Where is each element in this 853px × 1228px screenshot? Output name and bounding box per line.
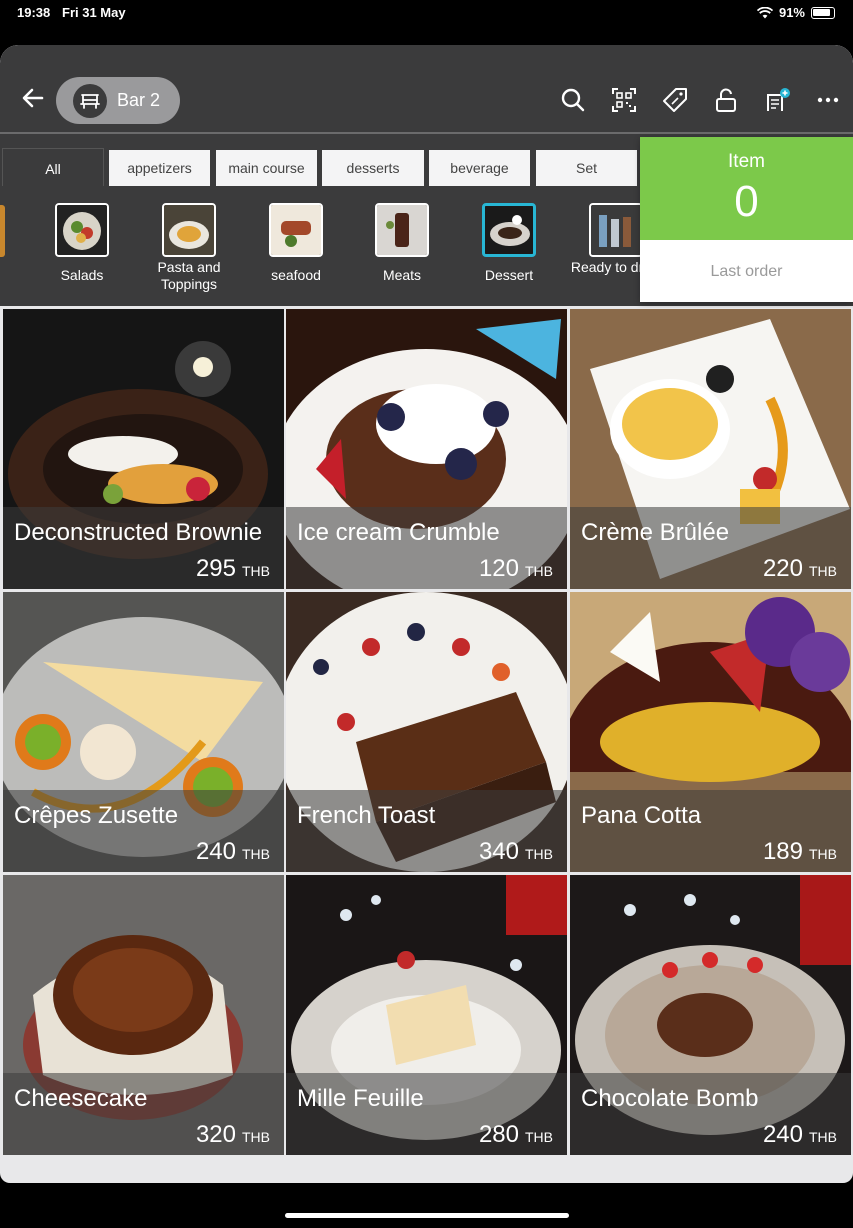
- price-currency: THB: [242, 563, 270, 579]
- tab-set[interactable]: Set: [536, 150, 637, 186]
- tab-all[interactable]: All: [2, 148, 104, 188]
- order-header: Item 0: [640, 137, 853, 240]
- dish-name: Crêpes Zusette: [14, 802, 179, 829]
- price-value: 220: [762, 555, 803, 582]
- menu-item-card[interactable]: Cheesecake 320 THB: [3, 875, 284, 1155]
- status-bar: 19:38 Fri 31 May 91%: [0, 0, 853, 28]
- price-currency: THB: [525, 846, 553, 862]
- price-value: 240: [195, 838, 236, 865]
- dish-name: Cheesecake: [14, 1085, 148, 1112]
- dish-price: 340 THB: [479, 838, 553, 866]
- app-window: Bar 2 All appetizers main course dessert…: [0, 45, 853, 1183]
- table-selector-button[interactable]: Bar 2: [56, 77, 180, 124]
- price-currency: THB: [809, 563, 837, 579]
- toolbar-icons: [560, 87, 841, 113]
- menu-item-card[interactable]: Pana Cotta 189 THB: [570, 592, 851, 872]
- wifi-icon: [756, 6, 773, 18]
- subcategory-label: seafood: [271, 267, 321, 283]
- dish-price: 220 THB: [763, 555, 837, 583]
- qr-scan-icon[interactable]: [611, 87, 637, 113]
- menu-item-card[interactable]: Mille Feuille 280 THB: [286, 875, 567, 1155]
- price-currency: THB: [525, 1129, 553, 1145]
- subcategory-seafood[interactable]: seafood: [246, 203, 346, 284]
- subcategory-thumb: [162, 203, 216, 257]
- search-icon[interactable]: [560, 87, 586, 113]
- subcategory-label: Meats: [382, 267, 422, 283]
- menu-grid: Deconstructed Brownie 295 THB Ice cream C…: [0, 308, 853, 1164]
- price-currency: THB: [809, 846, 837, 862]
- price-value: 320: [195, 1121, 236, 1148]
- dish-price: 295 THB: [196, 555, 270, 583]
- discount-tag-icon[interactable]: [662, 87, 688, 113]
- dish-name: Pana Cotta: [581, 802, 702, 829]
- price-currency: THB: [242, 846, 270, 862]
- price-value: 120: [478, 555, 519, 582]
- price-value: 295: [195, 555, 236, 582]
- price-value: 189: [762, 838, 803, 865]
- subcategory-thumb: [55, 203, 109, 257]
- dish-name: French Toast: [297, 802, 436, 829]
- dish-price: 120 THB: [479, 555, 553, 583]
- battery-icon: [811, 6, 835, 19]
- dish-price: 320 THB: [196, 1121, 270, 1149]
- unlock-icon[interactable]: [713, 87, 739, 113]
- dish-name: Chocolate Bomb: [581, 1085, 759, 1112]
- price-value: 340: [478, 838, 519, 865]
- tab-desserts[interactable]: desserts: [322, 150, 424, 186]
- subcategory-thumb: [482, 203, 536, 257]
- status-date: Fri 31 May: [62, 5, 126, 20]
- subcategory-thumb: [269, 203, 323, 257]
- subcategory-label: Salads: [60, 267, 104, 283]
- subcategory-pasta[interactable]: Pasta and Toppings: [139, 203, 239, 293]
- menu-item-card[interactable]: Ice cream Crumble 120 THB: [286, 309, 567, 589]
- price-value: 280: [478, 1121, 519, 1148]
- top-bar: Bar 2: [0, 45, 853, 132]
- price-currency: THB: [242, 1129, 270, 1145]
- menu-item-card[interactable]: Crêpes Zusette 240 THB: [3, 592, 284, 872]
- dish-price: 240 THB: [196, 838, 270, 866]
- dish-price: 240 THB: [763, 1121, 837, 1149]
- dish-price: 189 THB: [763, 838, 837, 866]
- menu-item-card[interactable]: Chocolate Bomb 240 THB: [570, 875, 851, 1155]
- back-arrow-icon[interactable]: [20, 85, 46, 111]
- dish-name: Mille Feuille: [297, 1085, 424, 1112]
- menu-item-card[interactable]: Deconstructed Brownie 295 THB: [3, 309, 284, 589]
- battery-percent: 91%: [778, 5, 805, 20]
- subcategory-salads[interactable]: Salads: [32, 203, 132, 284]
- dish-price: 280 THB: [479, 1121, 553, 1149]
- price-currency: THB: [525, 563, 553, 579]
- order-summary[interactable]: Item 0 Last order: [640, 137, 853, 302]
- order-title: Item: [728, 151, 765, 172]
- more-icon[interactable]: [815, 87, 841, 113]
- subcategory-meats[interactable]: Meats: [352, 203, 452, 284]
- subcategory-dessert[interactable]: Dessert: [459, 203, 559, 284]
- add-order-icon[interactable]: [764, 87, 790, 113]
- subcategory-label: Pasta and Toppings: [157, 259, 221, 292]
- status-right: 91%: [756, 5, 835, 20]
- tab-appetizers[interactable]: appetizers: [109, 150, 210, 186]
- dish-name: Deconstructed Brownie: [14, 519, 263, 546]
- order-count: 0: [734, 177, 759, 226]
- table-label: Bar 2: [117, 90, 161, 110]
- table-icon: [73, 83, 107, 118]
- price-value: 240: [762, 1121, 803, 1148]
- tab-main-course[interactable]: main course: [216, 150, 317, 186]
- price-currency: THB: [809, 1129, 837, 1145]
- home-indicator[interactable]: [285, 1213, 569, 1218]
- dish-name: Crème Brûlée: [581, 519, 730, 546]
- tab-beverage[interactable]: beverage: [429, 150, 530, 186]
- status-time: 19:38: [17, 5, 51, 20]
- menu-item-card[interactable]: French Toast 340 THB: [286, 592, 567, 872]
- menu-item-card[interactable]: Crème Brûlée 220 THB: [570, 309, 851, 589]
- subcategory-partial-thumb[interactable]: [0, 205, 5, 257]
- subcategory-thumb: [589, 203, 643, 257]
- dish-name: Ice cream Crumble: [297, 519, 500, 546]
- subcategory-thumb: [375, 203, 429, 257]
- subcategory-label: Dessert: [484, 267, 534, 283]
- last-order-button[interactable]: Last order: [640, 240, 853, 281]
